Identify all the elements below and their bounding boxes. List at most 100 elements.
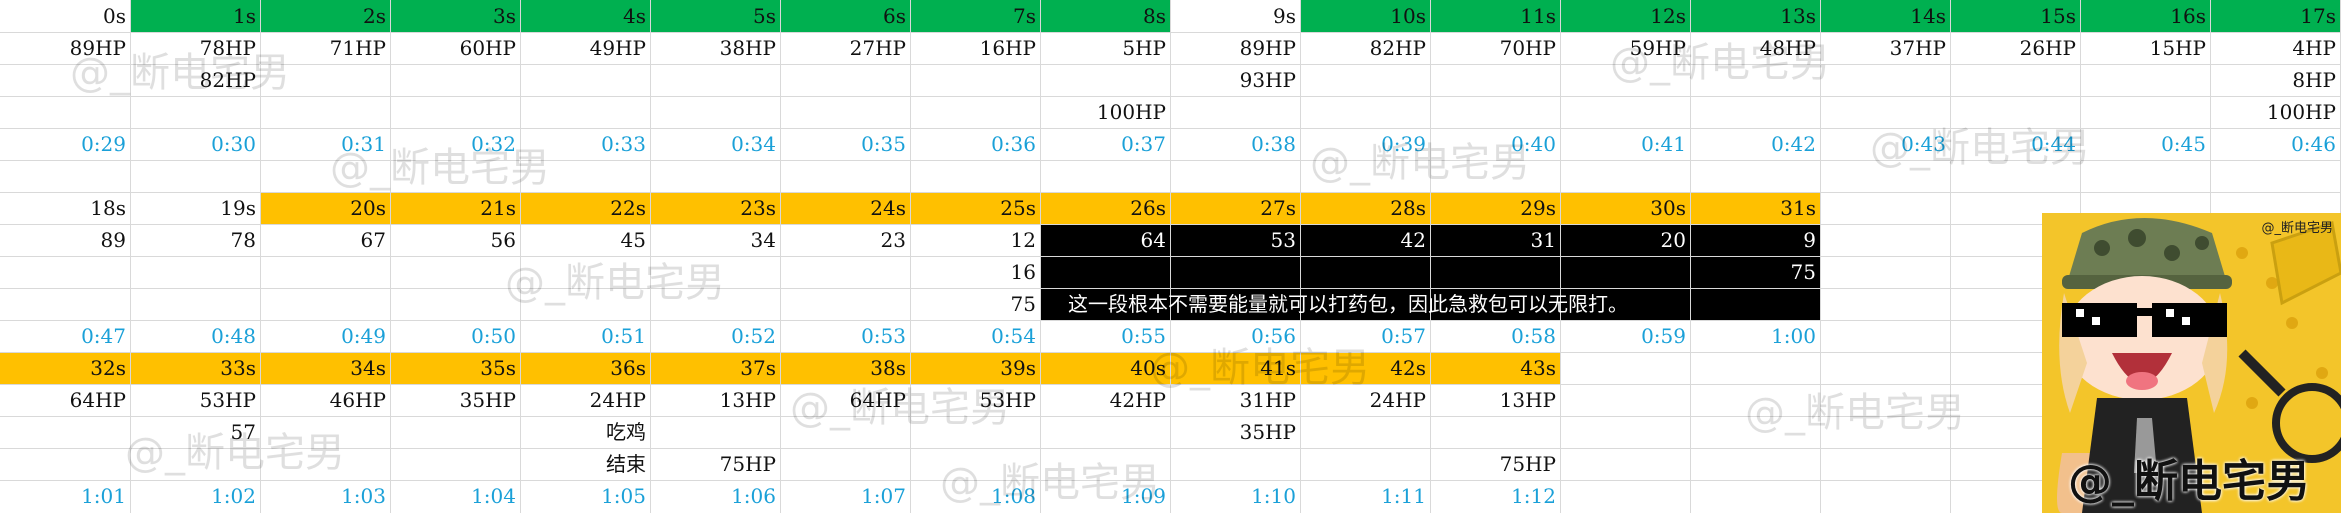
value-cell[interactable]: 33s bbox=[130, 352, 260, 384]
value-cell[interactable]: 1s bbox=[130, 0, 260, 32]
value-cell[interactable]: 78 bbox=[130, 224, 260, 256]
value-cell[interactable]: 11s bbox=[1430, 0, 1560, 32]
value-cell[interactable]: 38s bbox=[780, 352, 910, 384]
value-cell[interactable]: 100HP bbox=[2210, 96, 2340, 128]
timestamp-cell[interactable]: 0:50 bbox=[390, 320, 520, 352]
value-cell[interactable]: 70HP bbox=[1430, 32, 1560, 64]
value-cell[interactable]: 吃鸡 bbox=[520, 416, 650, 448]
value-cell[interactable]: 89HP bbox=[0, 32, 130, 64]
value-cell[interactable]: 82HP bbox=[1300, 32, 1430, 64]
value-cell[interactable]: 64HP bbox=[0, 384, 130, 416]
timestamp-cell[interactable]: 0:32 bbox=[390, 128, 520, 160]
value-cell[interactable]: 71HP bbox=[260, 32, 390, 64]
value-cell[interactable]: 40s bbox=[1040, 352, 1170, 384]
value-cell[interactable]: 26s bbox=[1040, 192, 1170, 224]
timestamp-cell[interactable]: 0:35 bbox=[780, 128, 910, 160]
timestamp-cell[interactable]: 0:55 bbox=[1040, 320, 1170, 352]
value-cell[interactable]: 0s bbox=[0, 0, 130, 32]
value-cell[interactable]: 82HP bbox=[130, 64, 260, 96]
value-cell[interactable]: 4s bbox=[520, 0, 650, 32]
value-cell[interactable]: 15HP bbox=[2080, 32, 2210, 64]
value-cell[interactable]: 3s bbox=[390, 0, 520, 32]
timestamp-cell[interactable]: 1:12 bbox=[1430, 480, 1560, 512]
timestamp-cell[interactable]: 0:37 bbox=[1040, 128, 1170, 160]
value-cell[interactable]: 53HP bbox=[130, 384, 260, 416]
value-cell[interactable]: 9s bbox=[1170, 0, 1300, 32]
value-cell[interactable]: 29s bbox=[1430, 192, 1560, 224]
value-cell[interactable]: 24HP bbox=[520, 384, 650, 416]
timestamp-cell[interactable]: 0:58 bbox=[1430, 320, 1560, 352]
timestamp-cell[interactable]: 0:56 bbox=[1170, 320, 1300, 352]
value-cell[interactable]: 100HP bbox=[1040, 96, 1170, 128]
timestamp-cell[interactable]: 1:08 bbox=[910, 480, 1040, 512]
value-cell[interactable]: 27HP bbox=[780, 32, 910, 64]
timestamp-cell[interactable]: 1:06 bbox=[650, 480, 780, 512]
value-cell[interactable]: 37HP bbox=[1820, 32, 1950, 64]
value-cell[interactable]: 13HP bbox=[1430, 384, 1560, 416]
value-cell[interactable]: 20 bbox=[1560, 224, 1690, 256]
value-cell[interactable]: 20s bbox=[260, 192, 390, 224]
value-cell[interactable]: 67 bbox=[260, 224, 390, 256]
value-cell[interactable]: 7s bbox=[910, 0, 1040, 32]
value-cell[interactable]: 46HP bbox=[260, 384, 390, 416]
value-cell[interactable]: 23 bbox=[780, 224, 910, 256]
timestamp-cell[interactable]: 0:59 bbox=[1560, 320, 1690, 352]
value-cell[interactable]: 35HP bbox=[1170, 416, 1300, 448]
timestamp-cell[interactable]: 0:57 bbox=[1300, 320, 1430, 352]
timestamp-cell[interactable]: 0:29 bbox=[0, 128, 130, 160]
value-cell[interactable]: 24HP bbox=[1300, 384, 1430, 416]
value-cell[interactable]: 9 bbox=[1690, 224, 1820, 256]
value-cell[interactable]: 31s bbox=[1690, 192, 1820, 224]
timestamp-cell[interactable]: 1:07 bbox=[780, 480, 910, 512]
value-cell[interactable]: 36s bbox=[520, 352, 650, 384]
value-cell[interactable]: 89 bbox=[0, 224, 130, 256]
timestamp-cell[interactable]: 0:33 bbox=[520, 128, 650, 160]
timestamp-cell[interactable]: 0:44 bbox=[1950, 128, 2080, 160]
timestamp-cell[interactable]: 0:34 bbox=[650, 128, 780, 160]
timestamp-cell[interactable]: 1:01 bbox=[0, 480, 130, 512]
value-cell[interactable]: 32s bbox=[0, 352, 130, 384]
timestamp-cell[interactable]: 1:03 bbox=[260, 480, 390, 512]
value-cell[interactable]: 6s bbox=[780, 0, 910, 32]
value-cell[interactable]: 14s bbox=[1820, 0, 1950, 32]
timestamp-cell[interactable]: 0:36 bbox=[910, 128, 1040, 160]
value-cell[interactable]: 5HP bbox=[1040, 32, 1170, 64]
timestamp-cell[interactable]: 0:30 bbox=[130, 128, 260, 160]
value-cell[interactable]: 15s bbox=[1950, 0, 2080, 32]
value-cell[interactable]: 24s bbox=[780, 192, 910, 224]
value-cell[interactable]: 53 bbox=[1170, 224, 1300, 256]
value-cell[interactable]: 42HP bbox=[1040, 384, 1170, 416]
timestamp-cell[interactable]: 1:04 bbox=[390, 480, 520, 512]
value-cell[interactable]: 78HP bbox=[130, 32, 260, 64]
value-cell[interactable]: 16 bbox=[910, 256, 1040, 288]
timestamp-cell[interactable]: 0:52 bbox=[650, 320, 780, 352]
value-cell[interactable]: 34s bbox=[260, 352, 390, 384]
timestamp-cell[interactable]: 0:46 bbox=[2210, 128, 2340, 160]
value-cell[interactable]: 结束 bbox=[520, 448, 650, 480]
timestamp-cell[interactable]: 0:43 bbox=[1820, 128, 1950, 160]
value-cell[interactable]: 49HP bbox=[520, 32, 650, 64]
value-cell[interactable]: 5s bbox=[650, 0, 780, 32]
timestamp-cell[interactable]: 1:02 bbox=[130, 480, 260, 512]
value-cell[interactable]: 12 bbox=[910, 224, 1040, 256]
value-cell[interactable]: 56 bbox=[390, 224, 520, 256]
timestamp-cell[interactable]: 1:11 bbox=[1300, 480, 1430, 512]
value-cell[interactable]: 31 bbox=[1430, 224, 1560, 256]
timestamp-cell[interactable]: 0:48 bbox=[130, 320, 260, 352]
value-cell[interactable]: 12s bbox=[1560, 0, 1690, 32]
value-cell[interactable]: 75HP bbox=[650, 448, 780, 480]
value-cell[interactable]: 23s bbox=[650, 192, 780, 224]
timestamp-cell[interactable]: 0:47 bbox=[0, 320, 130, 352]
value-cell[interactable]: 41s bbox=[1170, 352, 1300, 384]
value-cell[interactable]: 13s bbox=[1690, 0, 1820, 32]
value-cell[interactable]: 45 bbox=[520, 224, 650, 256]
value-cell[interactable]: 64 bbox=[1040, 224, 1170, 256]
timestamp-cell[interactable]: 0:54 bbox=[910, 320, 1040, 352]
timestamp-cell[interactable]: 0:40 bbox=[1430, 128, 1560, 160]
timestamp-cell[interactable]: 0:41 bbox=[1560, 128, 1690, 160]
timestamp-cell[interactable]: 0:51 bbox=[520, 320, 650, 352]
value-cell[interactable]: 17s bbox=[2210, 0, 2340, 32]
timestamp-cell[interactable]: 1:00 bbox=[1690, 320, 1820, 352]
value-cell[interactable]: 64HP bbox=[780, 384, 910, 416]
value-cell[interactable]: 89HP bbox=[1170, 32, 1300, 64]
